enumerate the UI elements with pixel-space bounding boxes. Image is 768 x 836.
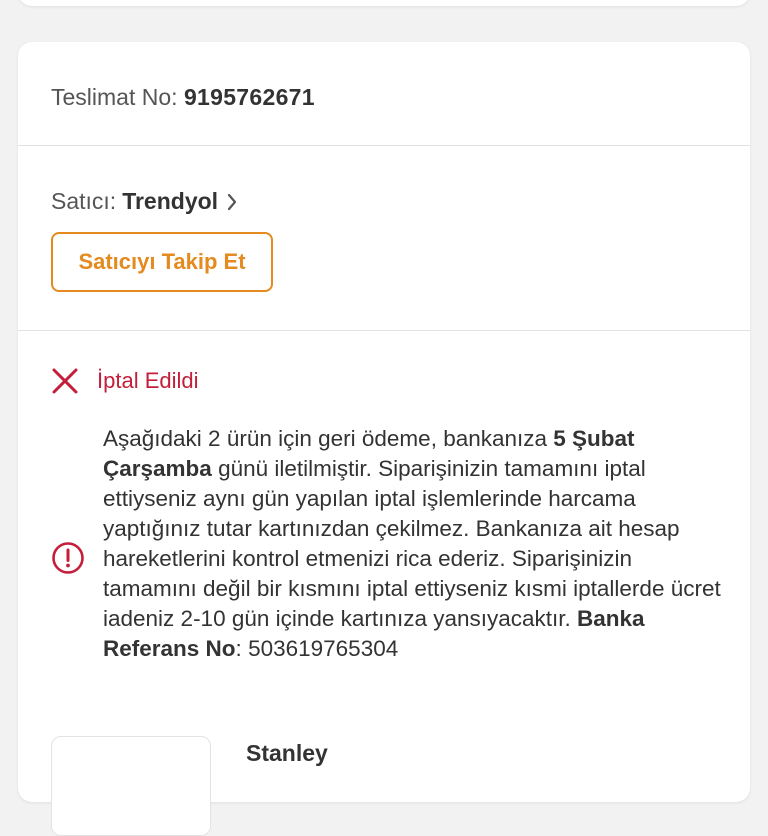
bank-reference-number: 503619765304 [248,636,399,661]
refund-info-text: Aşağıdaki 2 ürün için geri ödeme, bankan… [103,424,721,664]
refund-text-part1: Aşağıdaki 2 ürün için geri ödeme, bankan… [103,426,554,451]
product-brand[interactable]: Stanley [246,740,328,767]
follow-seller-button[interactable]: Satıcıyı Takip Et [51,232,273,292]
seller-section: Satıcı: Trendyol Satıcıyı Takip Et [18,146,750,331]
delivery-number: 9195762671 [183,84,315,110]
seller-label: Satıcı: [51,188,117,214]
cancel-status: İptal Edildi [51,367,199,395]
status-label: İptal Edildi [97,368,199,393]
product-image[interactable] [51,736,211,836]
seller-name: Trendyol [122,188,219,214]
delivery-label: Teslimat No: [51,84,178,110]
delivery-number-row: Teslimat No: 9195762671 [51,84,315,111]
previous-card [18,0,750,6]
delivery-section: Teslimat No: 9195762671 [18,42,750,146]
info-icon [52,542,84,574]
bank-reference-separator: : [235,636,242,661]
seller-link[interactable]: Satıcı: Trendyol [51,188,238,215]
order-card: Teslimat No: 9195762671 Satıcı: Trendyol… [18,42,750,836]
chevron-right-icon [227,193,237,210]
close-icon [52,368,78,394]
refund-text-part2: günü iletilmiştir. Siparişinizin tamamın… [103,456,721,631]
